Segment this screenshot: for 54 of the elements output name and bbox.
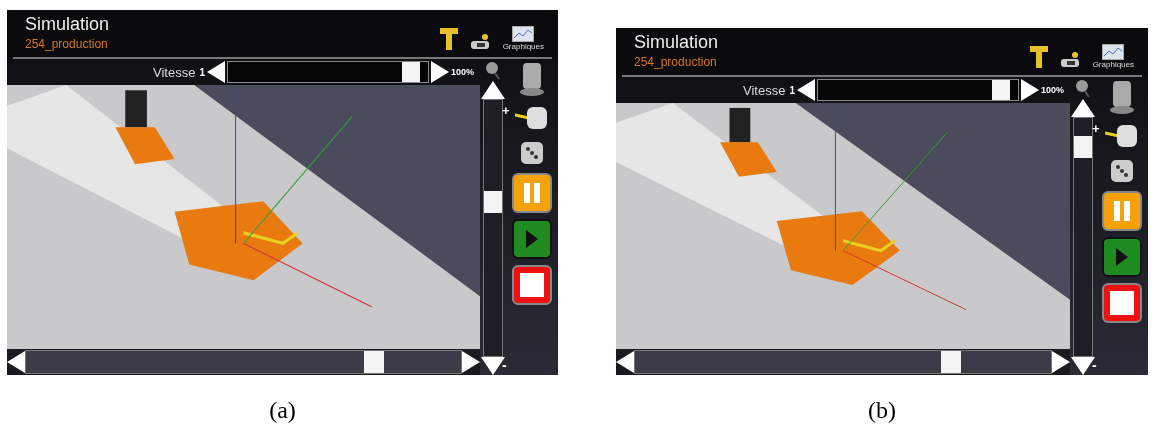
slider-thumb[interactable]: [484, 191, 502, 214]
play-icon: [1115, 247, 1129, 267]
zoom-slider[interactable]: [483, 99, 503, 357]
text-tool-icon[interactable]: [1028, 45, 1049, 69]
zoom-out-arrow-icon[interactable]: [481, 357, 505, 375]
speed-slider[interactable]: [226, 61, 429, 83]
slider-thumb[interactable]: [364, 351, 384, 373]
slider-thumb[interactable]: [401, 62, 420, 82]
speed-label: Vitesse: [153, 64, 196, 80]
slider-thumb[interactable]: [991, 80, 1010, 100]
screen-title: Simulation: [25, 14, 111, 35]
text-tool-icon[interactable]: [438, 27, 459, 51]
stop-icon: [520, 273, 544, 297]
minus-sign: -: [1092, 357, 1097, 375]
stop-icon: [1110, 291, 1134, 315]
pause-icon: [522, 182, 542, 204]
speed-min-label: 1: [789, 84, 795, 96]
play-button[interactable]: [512, 219, 552, 259]
tool-stack-icon[interactable]: [1109, 79, 1135, 115]
plus-sign: +: [502, 103, 510, 118]
magnifier-icon: [1075, 79, 1091, 99]
stop-button[interactable]: [1102, 283, 1142, 323]
speed-max-label: 100%: [1040, 85, 1064, 95]
magnifier-icon: [485, 61, 501, 81]
chart-label: Graphiques: [502, 42, 544, 51]
chart-label: Graphiques: [1092, 60, 1134, 69]
screen-title: Simulation: [634, 32, 720, 53]
zoom-out-arrow-icon[interactable]: [1071, 357, 1095, 375]
slider-thumb[interactable]: [1074, 135, 1092, 158]
chart-icon[interactable]: [512, 26, 535, 42]
stop-button[interactable]: [512, 265, 552, 305]
timeline-slider[interactable]: [634, 350, 1052, 374]
program-name: 254_production: [634, 55, 718, 69]
plus-sign: +: [1092, 121, 1100, 136]
minus-sign: -: [502, 357, 507, 375]
program-name: 254_production: [25, 37, 109, 51]
zoom-slider[interactable]: [1073, 117, 1093, 357]
chart-icon[interactable]: [1102, 44, 1125, 60]
speed-label: Vitesse: [743, 82, 786, 98]
speed-max-label: 100%: [450, 67, 474, 77]
slider-thumb[interactable]: [941, 351, 962, 373]
play-icon: [525, 229, 539, 249]
figure-caption: (a): [269, 397, 296, 424]
tool-stack-icon[interactable]: [519, 61, 545, 97]
timeline-slider[interactable]: [25, 350, 462, 374]
play-button[interactable]: [1102, 237, 1142, 277]
pause-button[interactable]: [512, 173, 552, 213]
speed-min-label: 1: [199, 66, 205, 78]
pause-icon: [1112, 200, 1132, 222]
pause-button[interactable]: [1102, 191, 1142, 231]
speed-slider[interactable]: [816, 79, 1019, 101]
figure-caption: (b): [868, 397, 896, 424]
dice-icon[interactable]: [1108, 157, 1136, 185]
dice-icon[interactable]: [518, 139, 546, 167]
